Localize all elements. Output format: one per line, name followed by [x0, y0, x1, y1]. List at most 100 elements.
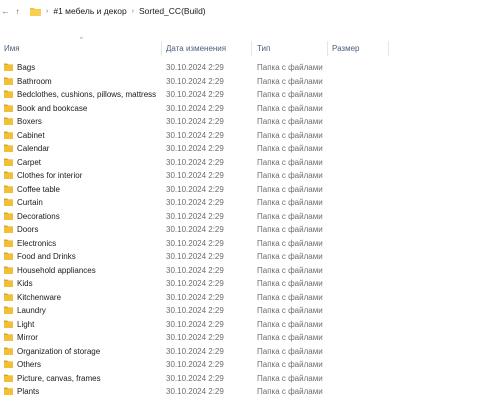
file-type: Папка с файлами	[257, 333, 323, 342]
file-date: 30.10.2024 2:29	[166, 171, 224, 180]
file-name: Cabinet	[17, 130, 45, 140]
list-item[interactable]: Boxers 30.10.2024 2:29 Папка с файлами	[0, 115, 500, 129]
file-type: Папка с файлами	[257, 144, 323, 153]
file-type: Папка с файлами	[257, 130, 323, 140]
file-name: Picture, canvas, frames	[17, 373, 101, 383]
file-date: 30.10.2024 2:29	[166, 184, 224, 194]
file-name: Carpet	[17, 157, 42, 167]
column-divider[interactable]	[251, 41, 252, 56]
file-date: 30.10.2024 2:29	[166, 63, 224, 72]
list-item[interactable]: Doors 30.10.2024 2:29 Папка с файлами	[0, 223, 500, 237]
file-date: 30.10.2024 2:29	[166, 103, 224, 113]
list-item[interactable]: Picture, canvas, frames 30.10.2024 2:29 Па…	[0, 372, 500, 386]
file-date: 30.10.2024 2:29	[166, 346, 224, 356]
file-date: 30.10.2024 2:29	[166, 130, 224, 140]
file-name: Laundry	[17, 306, 46, 315]
folder-icon	[4, 144, 13, 152]
file-date: 30.10.2024 2:29	[166, 198, 224, 207]
folder-icon	[4, 63, 13, 71]
list-item[interactable]: Light 30.10.2024 2:29 Папка с файлами	[0, 318, 500, 332]
column-type[interactable]: Тип	[257, 44, 270, 53]
file-type: Папка с файлами	[257, 306, 323, 315]
up-arrow-icon[interactable]: ↑	[12, 2, 23, 20]
file-date: 30.10.2024 2:29	[166, 238, 224, 248]
folder-icon	[4, 90, 13, 98]
folder-icon	[4, 212, 13, 220]
file-name: Others	[17, 360, 42, 369]
folder-icon	[4, 225, 13, 233]
breadcrumb-separator-icon: ›	[131, 7, 135, 15]
list-item[interactable]: Book and bookcase 30.10.2024 2:29 Папка с …	[0, 102, 500, 116]
folder-icon	[4, 347, 13, 355]
file-type: Папка с файлами	[257, 373, 323, 383]
list-item[interactable]: Clothes for interior 30.10.2024 2:29 Папка…	[0, 169, 500, 183]
file-name: Decorations	[17, 211, 60, 221]
file-date: 30.10.2024 2:29	[166, 360, 224, 369]
file-date: 30.10.2024 2:29	[166, 333, 224, 342]
folder-icon	[4, 158, 13, 166]
file-date: 30.10.2024 2:29	[166, 373, 224, 383]
file-name: Plants	[17, 387, 40, 396]
file-name: Household appliances	[17, 265, 96, 275]
file-list: Bags 30.10.2024 2:29 Папка с файлами Bathro…	[0, 61, 500, 399]
list-item[interactable]: Carpet 30.10.2024 2:29 Папка с файлами	[0, 156, 500, 170]
column-divider[interactable]	[161, 41, 162, 56]
file-type: Папка с файлами	[257, 360, 323, 369]
list-item[interactable]: Laundry 30.10.2024 2:29 Папка с файлами	[0, 304, 500, 318]
file-name: Light	[17, 319, 35, 329]
folder-icon	[4, 333, 13, 341]
file-type: Папка с файлами	[257, 211, 323, 221]
column-name[interactable]: Имя	[4, 44, 20, 53]
list-item[interactable]: Decorations 30.10.2024 2:29 Папка с файлам…	[0, 210, 500, 224]
list-item[interactable]: Electronics 30.10.2024 2:29 Папка с файлам…	[0, 237, 500, 251]
file-date: 30.10.2024 2:29	[166, 225, 224, 234]
list-item[interactable]: Bags 30.10.2024 2:29 Папка с файлами	[0, 61, 500, 75]
back-arrow-icon[interactable]: ←	[0, 2, 11, 20]
file-name: Calendar	[17, 144, 50, 153]
list-item[interactable]: Household appliances 30.10.2024 2:29 Папка…	[0, 264, 500, 278]
file-date: 30.10.2024 2:29	[166, 211, 224, 221]
folder-icon	[4, 387, 13, 395]
file-name: Mirror	[17, 333, 38, 342]
file-date: 30.10.2024 2:29	[166, 90, 224, 99]
file-type: Папка с файлами	[257, 265, 323, 275]
list-item[interactable]: Plants 30.10.2024 2:29 Папка с файлами	[0, 385, 500, 399]
list-item[interactable]: Kitchenware 30.10.2024 2:29 Папка с файлам…	[0, 291, 500, 305]
file-name: Bedclothes, cushions, pillows, mattress	[17, 90, 157, 99]
folder-icon	[4, 171, 13, 179]
list-item[interactable]: Kids 30.10.2024 2:29 Папка с файлами	[0, 277, 500, 291]
file-name: Doors	[17, 225, 39, 234]
list-item[interactable]: Mirror 30.10.2024 2:29 Папка с файлами	[0, 331, 500, 345]
list-item[interactable]: Others 30.10.2024 2:29 Папка с файлами	[0, 358, 500, 372]
list-item[interactable]: Calendar 30.10.2024 2:29 Папка с файлами	[0, 142, 500, 156]
list-item[interactable]: Coffee table 30.10.2024 2:29 Папка с файла…	[0, 183, 500, 197]
breadcrumb-current[interactable]: Sorted_CC(Build)	[139, 6, 206, 16]
folder-icon	[4, 131, 13, 139]
list-item[interactable]: Organization of storage 30.10.2024 2:29 Па…	[0, 345, 500, 359]
file-date: 30.10.2024 2:29	[166, 292, 224, 302]
file-type: Папка с файлами	[257, 198, 323, 207]
folder-icon	[4, 117, 13, 125]
file-date: 30.10.2024 2:29	[166, 76, 224, 86]
folder-icon	[4, 104, 13, 112]
list-item[interactable]: Bathroom 30.10.2024 2:29 Папка с файлами	[0, 75, 500, 89]
column-divider[interactable]	[327, 41, 328, 56]
column-modified[interactable]: Дата изменения	[166, 44, 226, 53]
file-type: Папка с файлами	[257, 319, 323, 329]
address-bar: ← ↑ › #1 мебель и декор › Sorted_CC(Buil…	[0, 0, 500, 22]
list-item[interactable]: Food and Drinks 30.10.2024 2:29 Папка с фа…	[0, 250, 500, 264]
breadcrumb-parent[interactable]: #1 мебель и декор	[53, 6, 126, 16]
column-size[interactable]: Размер	[332, 44, 360, 53]
file-date: 30.10.2024 2:29	[166, 319, 224, 329]
column-divider[interactable]	[388, 41, 389, 56]
file-type: Папка с файлами	[257, 184, 323, 194]
file-type: Папка с файлами	[257, 292, 323, 302]
list-item[interactable]: Curtain 30.10.2024 2:29 Папка с файлами	[0, 196, 500, 210]
folder-icon	[4, 293, 13, 301]
file-type: Папка с файлами	[257, 63, 323, 72]
list-item[interactable]: Bedclothes, cushions, pillows, mattress 3…	[0, 88, 500, 102]
list-item[interactable]: Cabinet 30.10.2024 2:29 Папка с файлами	[0, 129, 500, 143]
folder-icon	[4, 198, 13, 206]
file-type: Папка с файлами	[257, 238, 323, 248]
file-name: Boxers	[17, 117, 42, 126]
